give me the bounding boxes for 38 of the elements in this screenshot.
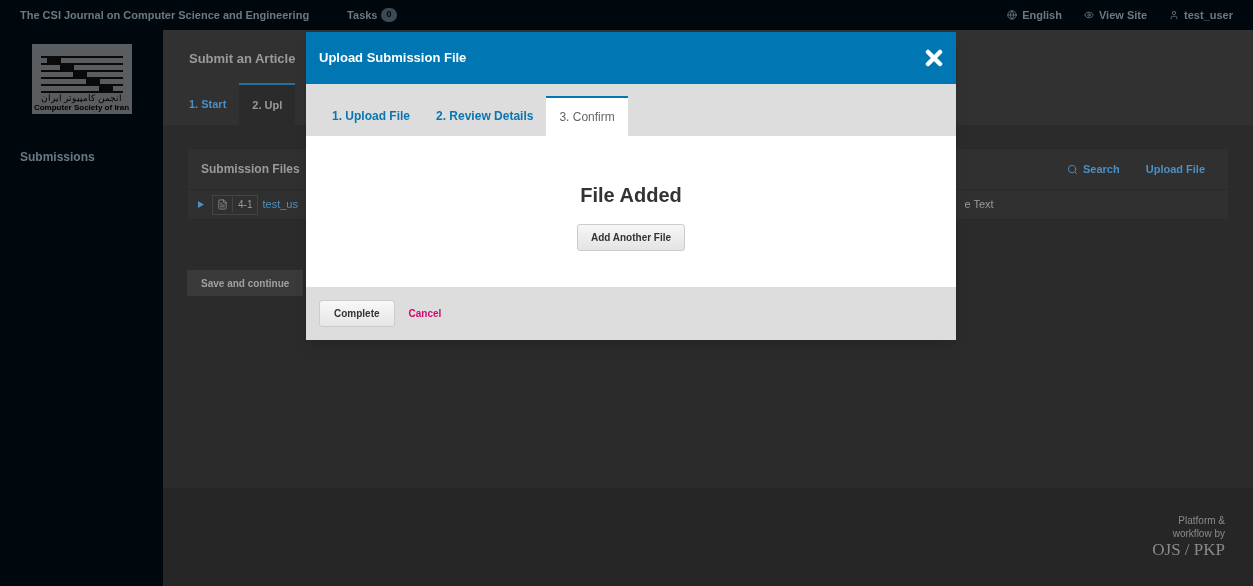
logo-text: انجمن کامپیوتر ایران <box>41 94 122 103</box>
logo-bars-icon <box>40 56 123 94</box>
step-tab[interactable]: 1. Start <box>176 83 240 125</box>
expand-icon[interactable] <box>198 201 204 208</box>
dialog-tab[interactable]: 3. Confirm <box>546 96 628 136</box>
top-bar-link[interactable]: English <box>1007 6 1062 24</box>
file-icon <box>217 199 228 210</box>
dialog-heading: File Added <box>580 183 682 208</box>
ojs-pkp-logo[interactable]: OJS / PKP <box>1152 540 1225 560</box>
file-id: 4-1 <box>232 197 258 212</box>
tasks-link[interactable]: Tasks <box>347 6 378 24</box>
panel-action-link[interactable]: Search <box>1067 160 1120 178</box>
file-name-link[interactable]: test_us <box>262 196 303 213</box>
page-title: Submit an Article <box>189 50 296 68</box>
dialog-title: Upload Submission File <box>319 49 467 68</box>
dialog-tab[interactable]: 1. Upload File <box>319 96 423 136</box>
footer-text: Platform & <box>1178 514 1225 527</box>
complete-button[interactable]: Complete <box>319 300 395 327</box>
dialog-tab[interactable]: 2. Review Details <box>423 96 547 136</box>
top-bar-link[interactable]: View Site <box>1083 6 1148 24</box>
cancel-link[interactable]: Cancel <box>408 306 442 321</box>
step-tab[interactable]: 2. Upl <box>239 83 296 125</box>
site-title[interactable]: The CSI Journal on Computer Science and Engineering <box>20 6 310 24</box>
panel-title: Submission Files <box>201 161 300 178</box>
top-bar-link[interactable]: test_user <box>1169 6 1233 24</box>
file-type: e Text <box>964 197 994 213</box>
close-icon[interactable] <box>925 49 943 67</box>
footer-text: workflow by <box>1172 527 1225 540</box>
sidebar-item[interactable]: Submissions <box>20 148 143 166</box>
add-another-file-button[interactable]: Add Another File <box>576 224 686 251</box>
tasks-count-badge: 0 <box>381 8 397 22</box>
globe-icon <box>1007 10 1018 20</box>
logo-text: Computer Society of Iran <box>33 104 130 112</box>
save-and-continue-button[interactable]: Save and continue <box>187 270 304 296</box>
panel-action-link[interactable]: Upload File <box>1145 160 1205 178</box>
eye-icon <box>1083 10 1094 20</box>
search-icon <box>1067 163 1078 175</box>
user-icon <box>1169 10 1180 20</box>
